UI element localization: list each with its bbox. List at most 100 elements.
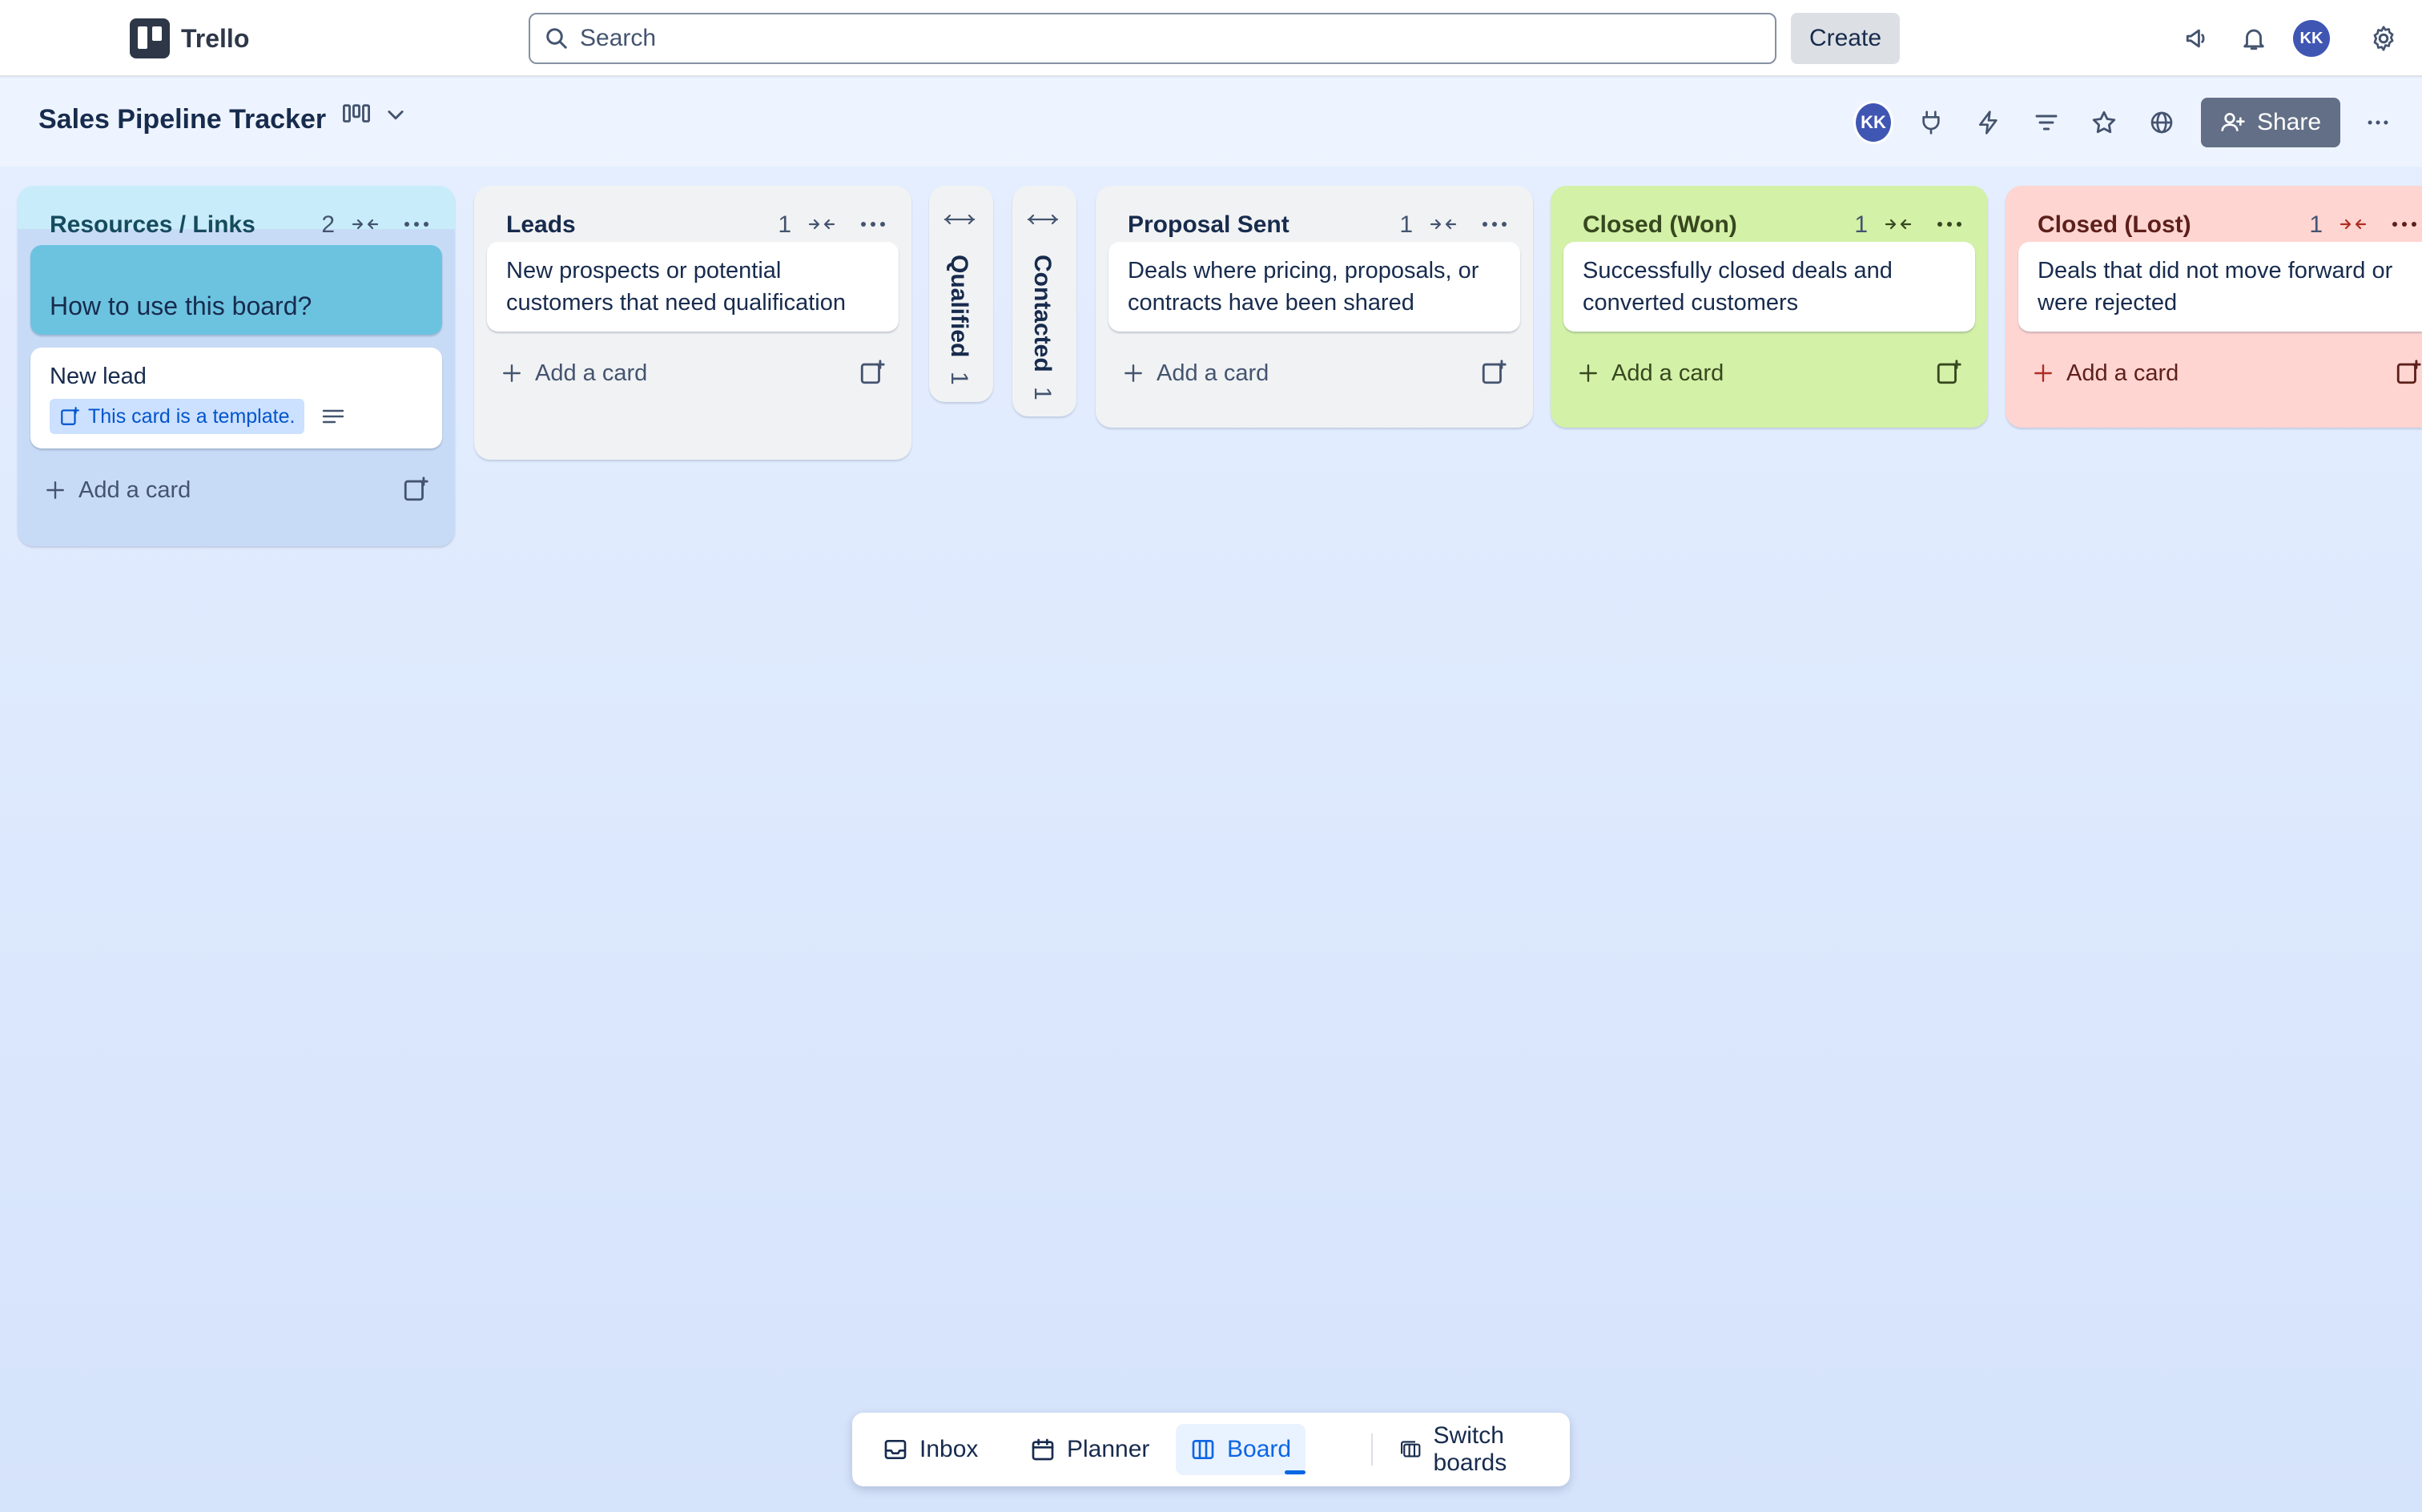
nav-label: Board <box>1227 1436 1292 1462</box>
list-menu-icon[interactable] <box>1932 208 1967 240</box>
megaphone-icon[interactable] <box>2179 19 2217 58</box>
collapsed-list-label: Qualified 1 <box>945 255 972 385</box>
collapsed-list-label: Contacted 1 <box>1028 255 1056 400</box>
active-tab-indicator <box>1285 1470 1306 1474</box>
add-card-button[interactable]: Add a card <box>474 344 911 402</box>
add-card-button[interactable]: Add a card <box>1096 344 1533 402</box>
plus-icon <box>2034 364 2052 382</box>
card-title: Deals where pricing, proposals, or contr… <box>1128 258 1479 316</box>
card-title: Successfully closed deals and converted … <box>1583 258 1893 316</box>
plus-icon <box>1124 364 1142 382</box>
filter-icon[interactable] <box>2026 103 2066 143</box>
collapsed-list-qualified[interactable]: Qualified 1 <box>929 186 993 402</box>
nav-planner[interactable]: Planner <box>1016 1424 1164 1475</box>
card-title: New prospects or potential customers tha… <box>506 258 846 316</box>
board-title[interactable]: Sales Pipeline Tracker <box>38 104 326 135</box>
create-from-template-icon[interactable] <box>1935 359 1962 392</box>
add-person-icon <box>2221 113 2245 131</box>
nav-label: Switch boards <box>1433 1422 1507 1476</box>
automation-icon[interactable] <box>1969 103 2009 143</box>
avatar: KK <box>2293 20 2330 57</box>
create-from-template-icon[interactable] <box>2395 359 2422 392</box>
share-button[interactable]: Share <box>2201 98 2340 147</box>
power-ups-icon[interactable] <box>1911 103 1951 143</box>
list-header[interactable]: Closed (Won) 1 <box>1551 186 1988 263</box>
globe-icon[interactable] <box>2142 103 2182 143</box>
template-card-icon <box>61 407 79 425</box>
add-card-button[interactable]: Add a card <box>2006 344 2422 402</box>
collapse-list-icon[interactable] <box>349 208 381 240</box>
create-button[interactable]: Create <box>1791 13 1900 64</box>
top-navigation-bar: Trello Create KK <box>0 0 2422 77</box>
nav-switch-boards[interactable]: Switch boards <box>1386 1422 1570 1476</box>
card-new-lead-template[interactable]: New lead This card is a template. <box>30 348 442 448</box>
create-from-template-icon[interactable] <box>1480 359 1507 392</box>
search-input[interactable] <box>580 25 1701 52</box>
expand-list-icon[interactable] <box>1027 210 1059 233</box>
list-card-count: 1 <box>1854 211 1868 238</box>
add-card-label: Add a card <box>2066 360 2179 386</box>
list-title: Resources / Links <box>50 211 255 238</box>
trello-logo[interactable]: Trello <box>130 18 249 59</box>
list-menu-icon[interactable] <box>855 208 891 240</box>
collapse-list-icon[interactable] <box>1427 208 1459 240</box>
chevron-down-icon <box>388 111 404 120</box>
collapse-list-icon[interactable] <box>806 208 838 240</box>
inbox-icon <box>884 1440 907 1459</box>
list-menu-icon[interactable] <box>1477 208 1512 240</box>
add-card-label: Add a card <box>1157 360 1269 386</box>
card-title: How to use this board? <box>50 292 312 320</box>
create-from-template-icon[interactable] <box>859 359 886 392</box>
expand-list-icon[interactable] <box>943 210 976 233</box>
list-header[interactable]: Leads 1 <box>474 186 911 263</box>
description-icon <box>323 409 344 424</box>
board-member-avatar[interactable]: KK <box>1853 101 1893 144</box>
add-card-button[interactable]: Add a card <box>1551 344 1988 402</box>
list-card-count: 1 <box>946 372 972 386</box>
board-view-icon <box>343 104 370 123</box>
list-card-count: 2 <box>321 211 335 238</box>
collapse-list-icon[interactable] <box>1882 208 1914 240</box>
share-label: Share <box>2256 109 2322 135</box>
add-card-button[interactable]: Add a card <box>18 461 455 519</box>
collapsed-list-contacted[interactable]: Contacted 1 <box>1012 186 1076 416</box>
bottom-navigation: Inbox Planner Board Switch boards <box>852 1413 1570 1486</box>
gear-icon[interactable] <box>2364 19 2403 58</box>
plus-icon <box>1579 364 1597 382</box>
search-box[interactable] <box>529 13 1776 64</box>
nav-board[interactable]: Board <box>1176 1424 1306 1475</box>
list-menu-icon[interactable] <box>399 208 434 240</box>
list-title: Closed (Won) <box>1583 211 1737 238</box>
add-card-label: Add a card <box>78 477 191 503</box>
collapse-list-icon[interactable] <box>2337 208 2369 240</box>
board-header: Sales Pipeline Tracker KK Share <box>0 78 2422 167</box>
star-icon[interactable] <box>2084 103 2124 143</box>
list-leads: Leads 1 New prospects or potential custo… <box>474 186 911 460</box>
list-menu-icon[interactable] <box>2387 208 2422 240</box>
trello-logo-icon <box>130 18 170 58</box>
list-closed-lost: Closed (Lost) 1 Deals that did not move … <box>2006 186 2422 428</box>
list-title: Leads <box>506 211 576 238</box>
add-card-label: Add a card <box>1611 360 1724 386</box>
list-title: Closed (Lost) <box>2038 211 2191 238</box>
nav-label: Planner <box>1067 1436 1150 1462</box>
bell-icon[interactable] <box>2235 19 2273 58</box>
board-view-switcher[interactable] <box>343 103 407 127</box>
search-icon <box>546 28 567 49</box>
list-header[interactable]: Proposal Sent 1 <box>1096 186 1533 263</box>
add-card-label: Add a card <box>535 360 648 386</box>
list-card-count: 1 <box>1399 211 1413 238</box>
create-from-template-icon[interactable] <box>402 476 429 509</box>
nav-inbox[interactable]: Inbox <box>868 1424 992 1475</box>
switch-boards-icon <box>1401 1441 1421 1458</box>
nav-divider <box>1371 1434 1373 1466</box>
template-badge: This card is a template. <box>50 399 305 434</box>
list-header[interactable]: Resources / Links 2 <box>18 186 455 263</box>
account-avatar-button[interactable]: KK <box>2292 19 2331 58</box>
app-name: Trello <box>181 23 250 53</box>
list-header[interactable]: Closed (Lost) 1 <box>2006 186 2422 263</box>
list-closed-won: Closed (Won) 1 Successfully closed deals… <box>1551 186 1988 428</box>
more-options-icon[interactable] <box>2358 103 2398 143</box>
card-title: New lead <box>50 364 147 389</box>
list-proposal-sent: Proposal Sent 1 Deals where pricing, pro… <box>1096 186 1533 428</box>
